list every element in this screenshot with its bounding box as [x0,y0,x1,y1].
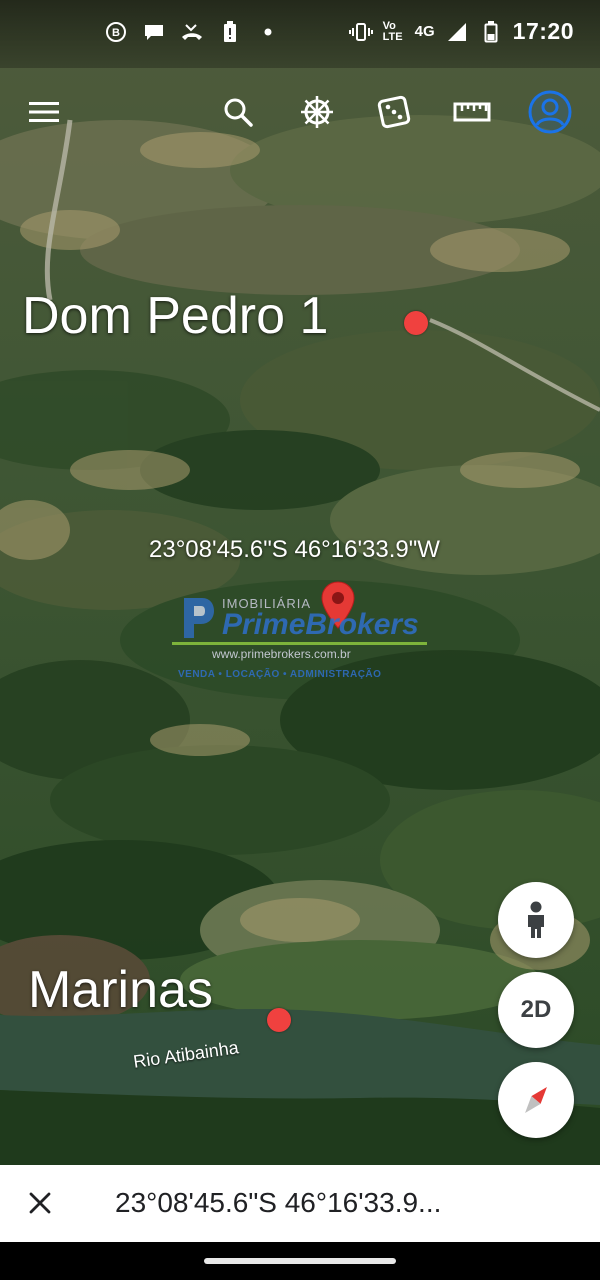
measure-button[interactable] [448,88,496,136]
watermark-url: www.primebrokers.com.br [212,647,351,661]
home-gesture-pill[interactable] [204,1258,396,1264]
navigation-bar [0,1242,600,1280]
feeling-lucky-button[interactable] [370,88,418,136]
compass-button[interactable] [498,1062,574,1138]
network-type: 4G [414,22,435,40]
close-icon [29,1192,51,1214]
chat-bubble-icon [142,20,166,44]
selected-coordinates[interactable]: 23°08'45.6"S 46°16'33.9... [115,1187,441,1219]
battery-icon [479,20,503,44]
battery-alert-icon [218,20,242,44]
missed-call-icon [180,20,204,44]
ruler-icon [453,102,491,122]
status-right-icons: Vo LTE 4G 17:20 [348,18,574,45]
vibrate-icon [348,20,373,44]
search-button[interactable] [214,88,262,136]
volte-icon: Vo LTE [382,19,403,43]
watermark-logo: IMOBILIÁRIA PrimeBrokers www.primebroker… [172,592,432,692]
view-mode-label: 2D [520,996,552,1023]
top-toolbar [0,84,600,140]
place-marker-dom-pedro[interactable] [404,311,428,335]
compass-icon [525,1086,547,1114]
account-button[interactable] [526,88,574,136]
pegman-icon [528,901,544,938]
voyager-button[interactable] [293,88,341,136]
status-bar: B Vo LTE 4G 17:20 [0,0,600,68]
place-label-dom-pedro[interactable]: Dom Pedro 1 [22,286,328,346]
pin-coordinates-label: 23°08'45.6"S 46°16'33.9"W [149,536,440,563]
place-marker-marinas[interactable] [267,1008,291,1032]
dice-icon [377,95,411,129]
menu-button[interactable] [20,88,68,136]
clock: 17:20 [512,18,574,44]
menu-icon [29,102,59,122]
voyager-wheel-icon [301,96,333,128]
close-button[interactable] [18,1181,62,1225]
signal-icon [445,20,469,44]
account-icon [528,90,572,134]
watermark-brand: PrimeBrokers [222,608,419,641]
place-label-marinas[interactable]: Marinas [28,960,213,1020]
search-icon [224,98,253,127]
view-mode-button[interactable]: 2D [498,972,574,1048]
watermark-p-icon [184,598,214,638]
bottom-info-bar: 23°08'45.6"S 46°16'33.9... [0,1165,600,1242]
status-left-icons: B [104,20,280,44]
dot-icon [256,20,280,44]
watermark-tagline: VENDA • LOCAÇÃO • ADMINISTRAÇÃO [178,669,382,680]
svg-text:B: B [112,27,120,39]
b-chat-icon: B [104,20,128,44]
watermark-divider [172,642,427,645]
street-view-button[interactable] [498,882,574,958]
